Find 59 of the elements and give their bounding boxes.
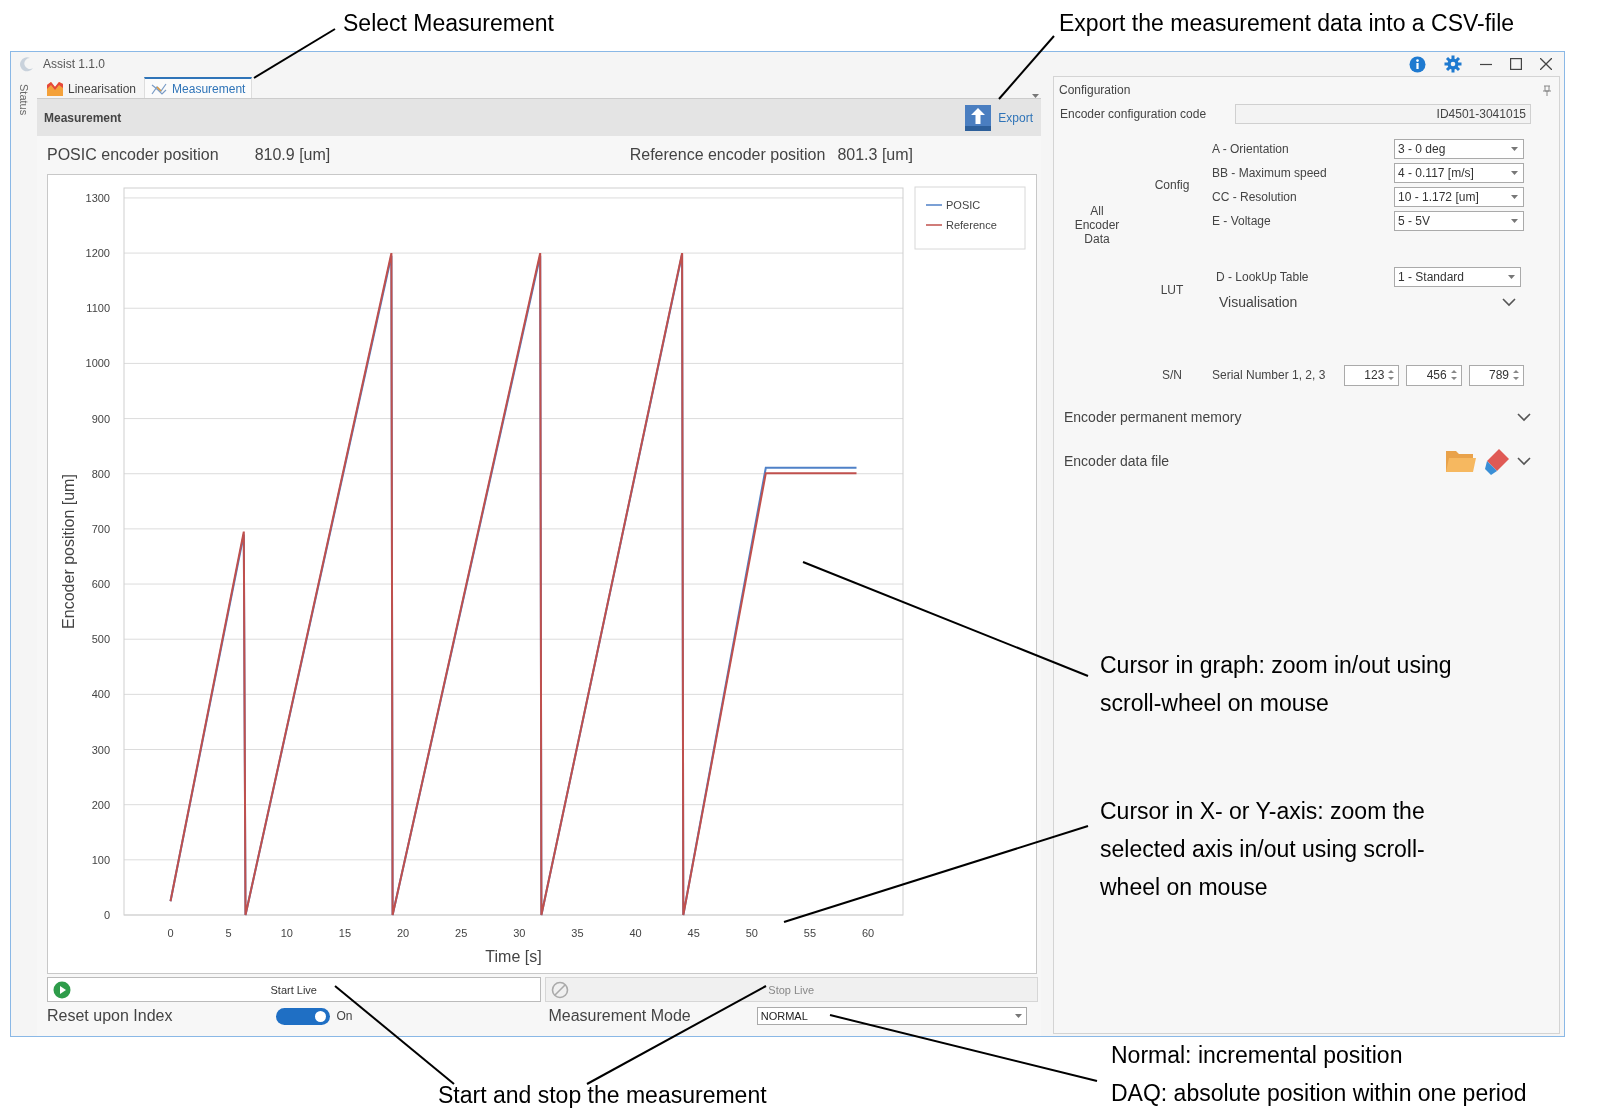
axis-tick-label: 25 (455, 927, 468, 939)
axis-tick-label: 5 (225, 927, 232, 939)
group-label: LUT (1160, 283, 1184, 297)
group-label: S/N (1162, 368, 1182, 382)
axis-tick-label: 15 (338, 927, 352, 939)
annotation-text: Start and stop the measurement (438, 1081, 767, 1110)
reset-upon-index-label: Reset upon Index (47, 1007, 173, 1025)
axis-tick-label: 0 (167, 927, 174, 939)
axis-tick-label: 300 (91, 743, 110, 756)
axis-tick-label: 1100 (86, 302, 110, 315)
annotation-text: DAQ: absolute position within one period (1111, 1079, 1527, 1108)
field-label: Encoder configuration code (1060, 107, 1207, 121)
axis-tick-label: 20 (396, 927, 410, 939)
readout-value: 810.9 [um] (254, 146, 331, 164)
axis-tick-label: 45 (687, 927, 700, 939)
group-label: Config (1154, 177, 1190, 192)
legend-label: Reference (946, 219, 997, 231)
axis-tick-label: 800 (91, 467, 110, 480)
field-label: Serial Number 1, 2, 3 (1211, 368, 1327, 382)
axis-tick-label: 60 (862, 927, 875, 939)
annotation-text: Select Measurement (343, 9, 554, 38)
legend-label: POSIC (946, 199, 981, 211)
axis-tick-label: 100 (91, 853, 110, 866)
axis-tick-label: 400 (91, 688, 110, 701)
axis-tick-label: 10 (280, 927, 293, 939)
field-label: BB - Maximum speed (1211, 166, 1328, 180)
group-label: All Encoder Data (1073, 203, 1121, 246)
axis-tick-label: 600 (91, 578, 110, 591)
axis-tick-label: 0 (103, 909, 110, 921)
axis-tick-label: 50 (745, 927, 758, 939)
axis-tick-label: 900 (91, 412, 110, 425)
annotation-text: Cursor in graph: zoom in/out using scroll-wheel on mouse (1100, 651, 1453, 718)
readout-value: 801.3 [um] (837, 146, 913, 164)
readout-label: POSIC encoder position (47, 146, 219, 164)
field-label: E - Voltage (1211, 214, 1272, 228)
annotation-text: Normal: incremental position (1111, 1041, 1403, 1070)
annotation-text: Export the measurement data into a CSV-file (1059, 9, 1515, 38)
panel-title: Measurement (44, 110, 122, 125)
axis-title: Encoder position [um] (60, 474, 77, 629)
axis-tick-label: 1300 (85, 191, 110, 204)
field-label: A - Orientation (1211, 141, 1290, 156)
axis-tick-label: 30 (513, 927, 526, 939)
axis-tick-label: 500 (91, 633, 110, 646)
axis-tick-label: 700 (91, 522, 110, 535)
toggle-state-label: On (336, 1009, 353, 1023)
annotation-text: Cursor in X- or Y-axis: zoom the selected axis in/out using scroll-wheel on mouse (1100, 797, 1426, 902)
panel-title: Configuration (1059, 83, 1131, 97)
axis-tick-label: 40 (629, 927, 642, 939)
axis-title: Time [s] (485, 948, 542, 965)
axis-tick-label: 35 (571, 927, 584, 939)
field-label: CC - Resolution (1211, 190, 1298, 204)
axis-tick-label: 1000 (85, 357, 110, 370)
axis-tick-label: 1200 (85, 247, 110, 260)
readout-label: Reference encoder position (629, 146, 826, 164)
measurement-mode-label: Measurement Mode (548, 1007, 691, 1025)
axis-tick-label: 55 (803, 927, 817, 939)
field-label: D - LookUp Table (1215, 270, 1310, 284)
axis-tick-label: 200 (91, 798, 110, 811)
window-title: Assist 1.1.0 (43, 57, 106, 71)
